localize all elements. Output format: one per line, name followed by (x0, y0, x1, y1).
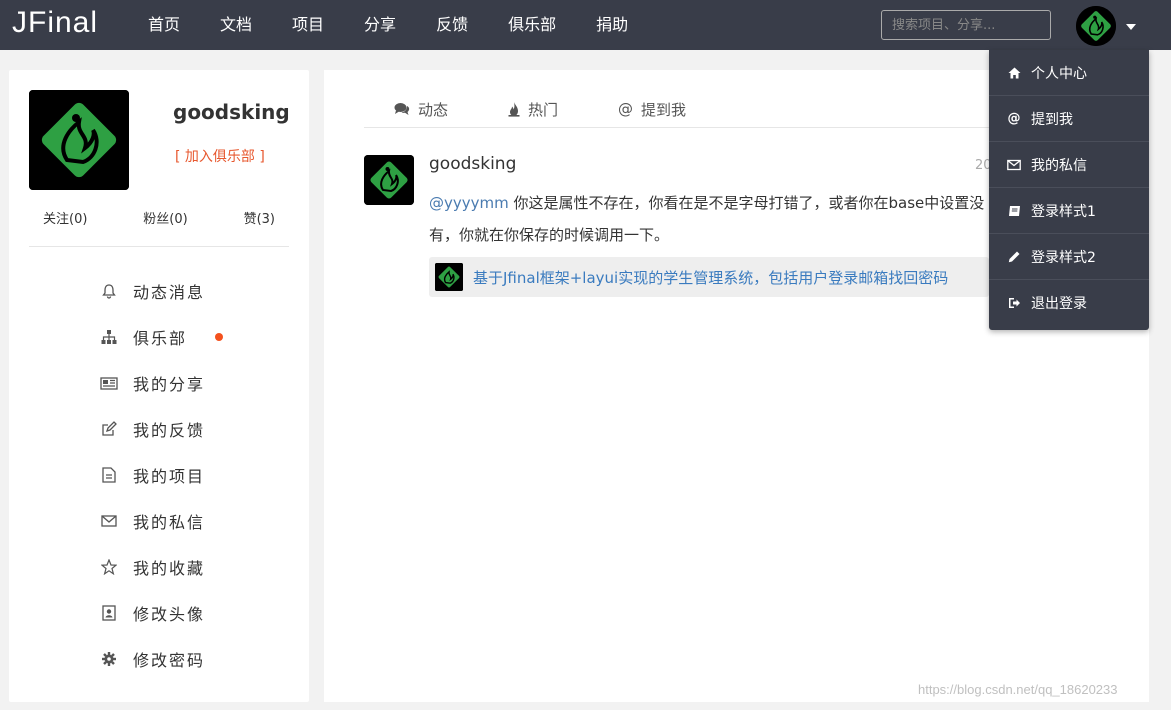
dropdown-item-label: 个人中心 (1031, 65, 1087, 82)
dropdown-item-label: 登录样式2 (1031, 249, 1096, 266)
dropdown-item-profile[interactable]: 个人中心 (989, 50, 1149, 96)
nav-item-club[interactable]: 俱乐部 (508, 0, 556, 50)
notification-dot (215, 333, 223, 341)
user-avatar-menu[interactable] (1076, 6, 1116, 46)
home-icon (1007, 66, 1021, 80)
chevron-down-icon[interactable] (1126, 24, 1136, 30)
site-logo[interactable]: JFinal (12, 6, 98, 40)
at-icon: @ (1007, 111, 1021, 126)
portrait-icon (99, 603, 119, 623)
tab-activity[interactable]: 动态 (394, 96, 448, 122)
main-nav: 首页 文档 项目 分享 反馈 俱乐部 捐助 (148, 0, 668, 50)
bell-icon (99, 281, 119, 301)
feed-message: @yyyymm 你这是属性不存在，你看在是不是字母打错了，或者你在base中设置… (429, 187, 989, 251)
dropdown-item-login-style-2[interactable]: 登录样式2 (989, 234, 1149, 280)
sitemap-icon (99, 327, 119, 347)
mention-link[interactable]: @yyyymm (429, 194, 509, 212)
sidebar-item-change-password[interactable]: 修改密码 (99, 636, 205, 682)
at-icon: @ (618, 100, 634, 118)
avatar[interactable] (29, 90, 129, 190)
feed-avatar[interactable] (364, 155, 414, 205)
dropdown-item-label: 我的私信 (1031, 157, 1087, 174)
tab-mentions[interactable]: @ 提到我 (618, 96, 686, 122)
sidebar-item-messages[interactable]: 我的私信 (99, 498, 205, 544)
watermark-text: https://blog.csdn.net/qq_18620233 (918, 682, 1118, 697)
top-navbar: JFinal 首页 文档 项目 分享 反馈 俱乐部 捐助 (0, 0, 1171, 50)
pencil-icon (1007, 250, 1021, 264)
sidebar-item-label: 我的项目 (133, 467, 206, 486)
dropdown-item-logout[interactable]: 退出登录 (989, 280, 1149, 326)
sign-out-icon (1007, 296, 1021, 310)
profile-username: goodsking (173, 100, 290, 124)
dropdown-item-label: 登录样式1 (1031, 203, 1096, 220)
tab-hot[interactable]: 热门 (508, 96, 558, 122)
sidebar-item-favorites[interactable]: 我的收藏 (99, 544, 205, 590)
sidebar-item-label: 我的反馈 (133, 421, 206, 440)
sidebar-item-my-shares[interactable]: 我的分享 (99, 360, 205, 406)
nav-item-projects[interactable]: 项目 (292, 0, 324, 50)
dropdown-item-label: 退出登录 (1031, 296, 1087, 312)
feed-username[interactable]: goodsking (429, 154, 516, 174)
user-logo-icon (435, 263, 463, 291)
sidebar-item-label: 俱乐部 (133, 329, 188, 348)
link-thumbnail (435, 263, 463, 291)
sidebar-item-label: 我的私信 (133, 513, 206, 532)
search-input[interactable] (881, 10, 1051, 40)
sidebar-menu: 动态消息 俱乐部 我的分享 我的反馈 我的项目 我的私信 我的收藏 修改头像 修… (99, 268, 223, 682)
file-icon (99, 465, 119, 485)
nav-item-home[interactable]: 首页 (148, 0, 180, 50)
feed-message-text: 你这是属性不存在，你看在是不是字母打错了，或者你在base中设置没有，你就在你保… (429, 194, 985, 244)
tab-label: 热门 (528, 100, 559, 119)
tab-label: 提到我 (641, 100, 687, 119)
user-logo-icon (364, 155, 414, 205)
divider (29, 246, 289, 247)
edit-icon (99, 419, 119, 439)
nav-item-feedback[interactable]: 反馈 (436, 0, 468, 50)
shared-link-title[interactable]: 基于Jfinal框架+layui实现的学生管理系统，包括用户登录邮箱找回密码 (473, 267, 948, 288)
sidebar-item-activity[interactable]: 动态消息 (99, 268, 205, 314)
sidebar-item-my-feedback[interactable]: 我的反馈 (99, 406, 205, 452)
fire-icon (508, 101, 520, 117)
profile-sidebar: goodsking [ 加入俱乐部 ] 关注(0) 粉丝(0) 赞(3) 动态消… (9, 70, 309, 702)
user-dropdown-menu: 个人中心 @ 提到我 我的私信 登录样式1 登录样式2 退出登录 (989, 50, 1149, 330)
followers-count[interactable]: 粉丝(0) (143, 208, 187, 227)
sidebar-item-my-projects[interactable]: 我的项目 (99, 452, 205, 498)
following-count[interactable]: 关注(0) (43, 208, 87, 227)
join-club-link[interactable]: [ 加入俱乐部 ] (175, 146, 265, 166)
star-icon (99, 557, 119, 577)
nav-item-donate[interactable]: 捐助 (596, 0, 628, 50)
nav-item-docs[interactable]: 文档 (220, 0, 252, 50)
envelope-icon (1007, 158, 1021, 172)
comments-icon (394, 102, 410, 116)
gear-icon (99, 649, 119, 669)
nav-item-share[interactable]: 分享 (364, 0, 396, 50)
dropdown-item-login-style-1[interactable]: 登录样式1 (989, 188, 1149, 234)
sidebar-item-label: 我的分享 (133, 375, 206, 394)
profile-stats: 关注(0) 粉丝(0) 赞(3) (29, 208, 289, 227)
sidebar-item-label: 我的收藏 (133, 559, 206, 578)
sidebar-item-label: 修改头像 (133, 605, 206, 624)
sidebar-item-change-avatar[interactable]: 修改头像 (99, 590, 205, 636)
envelope-icon (99, 511, 119, 531)
newspaper-icon (99, 373, 119, 393)
book-icon (1007, 204, 1021, 218)
tab-label: 动态 (418, 100, 449, 119)
dropdown-item-mentions[interactable]: @ 提到我 (989, 96, 1149, 142)
dropdown-item-messages[interactable]: 我的私信 (989, 142, 1149, 188)
sidebar-item-club[interactable]: 俱乐部 (99, 314, 223, 360)
dropdown-item-label: 提到我 (1031, 111, 1073, 128)
user-logo-icon (1076, 6, 1116, 46)
sidebar-item-label: 修改密码 (133, 651, 206, 670)
user-logo-icon (29, 90, 129, 190)
sidebar-item-label: 动态消息 (133, 283, 206, 302)
likes-count[interactable]: 赞(3) (244, 208, 275, 227)
shared-link-card[interactable]: 基于Jfinal框架+layui实现的学生管理系统，包括用户登录邮箱找回密码 (429, 257, 989, 297)
